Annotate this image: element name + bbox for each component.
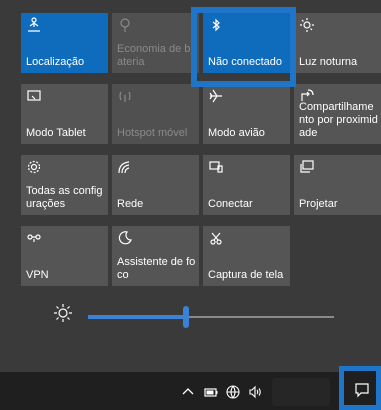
tile-focus-assist[interactable]: Assistente de foco — [112, 226, 199, 286]
volume-icon[interactable] — [248, 385, 262, 399]
network-icon — [117, 159, 133, 175]
mobile-hotspot-icon — [117, 88, 133, 104]
tile-label: Modo Tablet — [26, 127, 86, 139]
tile-label: Compartilhamento por proximidade — [299, 101, 378, 139]
project-icon — [299, 159, 315, 175]
tile-screen-snip[interactable]: Captura de tela — [203, 226, 290, 286]
bluetooth-icon — [208, 17, 224, 33]
brightness-slider-fill — [88, 315, 186, 319]
action-center-icon — [355, 383, 369, 398]
connect-icon — [208, 159, 224, 175]
tile-label: Captura de tela — [208, 269, 284, 281]
clock-area[interactable] — [272, 378, 330, 406]
focus-assist-icon — [117, 230, 133, 246]
tile-label: Projetar — [299, 198, 338, 210]
airplane-icon — [208, 88, 224, 104]
tile-label: Economia de bateria — [117, 43, 191, 68]
tile-label: Localização — [26, 56, 85, 68]
tile-label: Luz noturna — [299, 56, 358, 68]
vpn-icon — [26, 230, 42, 246]
location-icon — [26, 17, 42, 33]
screen-snip-icon — [208, 230, 224, 246]
tile-label: Conectar — [208, 198, 253, 210]
brightness-slider-thumb[interactable] — [183, 306, 189, 328]
tablet-mode-icon — [26, 88, 42, 104]
tile-label: VPN — [26, 269, 49, 281]
tile-all-settings[interactable]: Todas as configurações — [21, 155, 108, 215]
settings-gear-icon — [26, 159, 42, 175]
tile-location[interactable]: Localização — [21, 13, 108, 73]
tile-night-light[interactable]: Luz noturna — [294, 13, 381, 73]
tile-network[interactable]: Rede — [112, 155, 199, 215]
tile-label: Todas as configurações — [26, 185, 103, 210]
night-light-icon — [299, 17, 315, 33]
tile-battery-saver[interactable]: Economia de bateria — [112, 13, 199, 73]
tile-nearby-sharing[interactable]: Compartilhamento por proximidade — [294, 84, 381, 144]
battery-icon[interactable] — [204, 385, 218, 399]
tile-vpn[interactable]: VPN — [21, 226, 108, 286]
chevron-up-icon[interactable] — [181, 385, 195, 399]
tile-label: Não conectado — [208, 56, 282, 68]
tile-connect[interactable]: Conectar — [203, 155, 290, 215]
globe-network-icon[interactable] — [226, 385, 240, 399]
tile-label: Rede — [117, 198, 144, 210]
brightness-sun-icon — [53, 303, 73, 323]
tile-label: Assistente de foco — [117, 256, 196, 281]
tile-tablet-mode[interactable]: Modo Tablet — [21, 84, 108, 144]
tile-label: Hotspot móvel — [117, 127, 188, 139]
tile-label: Modo avião — [208, 127, 265, 139]
tile-project[interactable]: Projetar — [294, 155, 381, 215]
tile-bluetooth[interactable]: Não conectado — [203, 13, 290, 73]
action-center-button[interactable] — [339, 366, 381, 410]
battery-saver-icon — [117, 17, 133, 33]
tile-mobile-hotspot[interactable]: Hotspot móvel — [112, 84, 199, 144]
tile-airplane-mode[interactable]: Modo avião — [203, 84, 290, 144]
